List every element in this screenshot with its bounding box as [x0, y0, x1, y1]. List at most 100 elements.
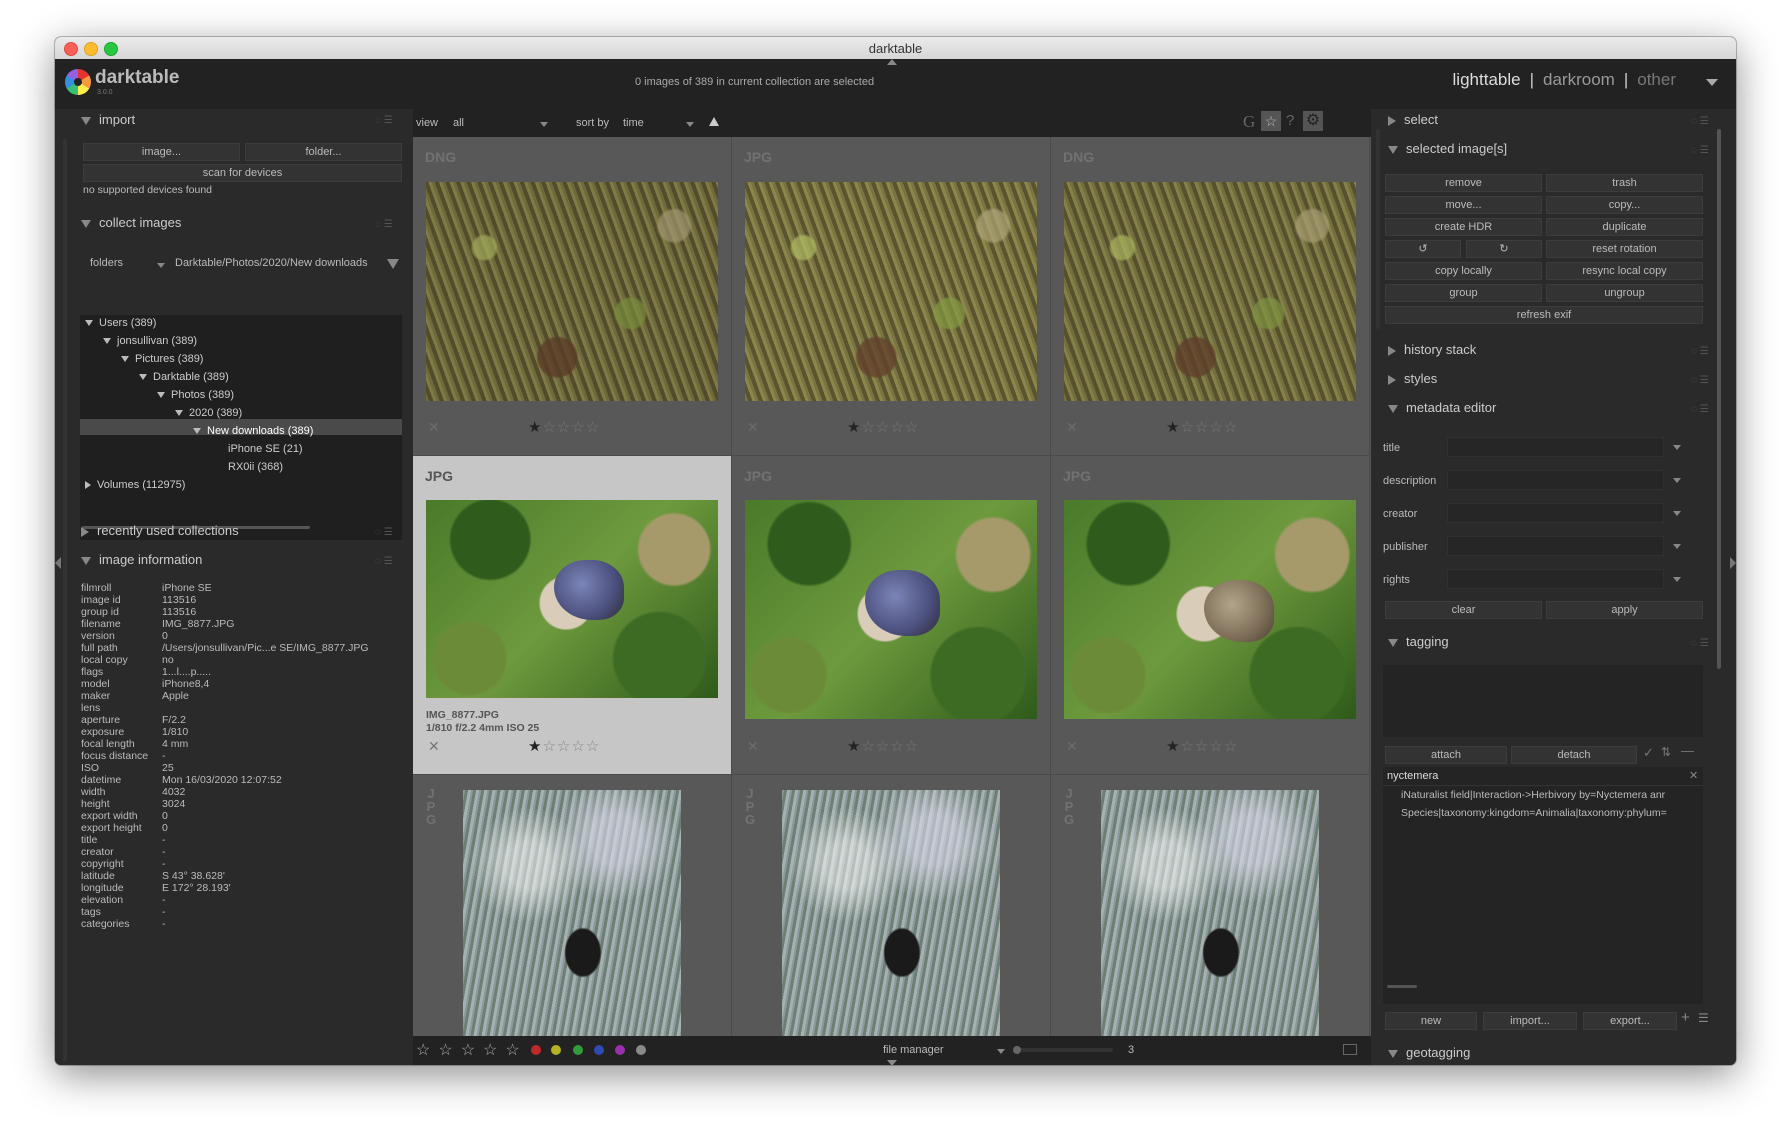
star-rating[interactable]: ★☆☆☆☆ — [528, 737, 600, 755]
rotate-cw-button[interactable]: ↻ — [1466, 240, 1542, 258]
module-presets-icon[interactable]: ◌ ☰ — [1691, 145, 1709, 156]
plus-icon[interactable]: + — [1681, 1009, 1690, 1026]
group-button[interactable]: group — [1385, 284, 1542, 302]
gear-icon[interactable]: ⚙ — [1303, 111, 1323, 131]
star-rating[interactable]: ★☆☆☆☆ — [847, 418, 919, 436]
color-label-blue[interactable] — [594, 1045, 604, 1055]
module-presets-icon[interactable]: ◌ ☰ — [1691, 116, 1709, 127]
chevron-down-icon[interactable] — [1673, 544, 1681, 549]
collect-criterion[interactable]: folders — [90, 257, 123, 269]
module-presets-icon[interactable]: ◌ ☰ — [375, 219, 393, 230]
sort-value[interactable]: time — [623, 117, 644, 129]
scan-devices-button[interactable]: scan for devices — [83, 164, 402, 182]
attach-tag-button[interactable]: attach — [1385, 746, 1507, 764]
zoom-value[interactable]: 3 — [1128, 1044, 1134, 1056]
star-rating[interactable]: ★☆☆☆☆ — [1166, 418, 1238, 436]
collapse-right-arrow-icon[interactable] — [1730, 557, 1736, 569]
thumbnail-image[interactable] — [745, 182, 1037, 401]
collapse-left-arrow-icon[interactable] — [55, 557, 61, 569]
export-tags-button[interactable]: export... — [1583, 1012, 1677, 1030]
trash-button[interactable]: trash — [1546, 174, 1703, 192]
overlay-star-icon[interactable]: ☆ — [1261, 111, 1281, 131]
thumbnail-cell[interactable]: JPG ✕ ★☆☆☆☆ — [1051, 456, 1370, 775]
tree-item[interactable]: Pictures (389) — [121, 353, 203, 365]
tree-item[interactable]: Darktable (389) — [139, 371, 229, 383]
color-label-yellow[interactable] — [551, 1045, 561, 1055]
import-image-button[interactable]: image... — [83, 143, 240, 161]
rotate-ccw-button[interactable]: ↺ — [1385, 240, 1461, 258]
new-tag-button[interactable]: new — [1385, 1012, 1477, 1030]
thumbnail-image[interactable] — [1064, 500, 1356, 719]
resync-local-copy-button[interactable]: resync local copy — [1546, 262, 1703, 280]
chevron-down-icon[interactable] — [1673, 445, 1681, 450]
checkmark-icon[interactable]: ✓ — [1643, 745, 1654, 761]
reject-icon[interactable]: ✕ — [747, 738, 759, 755]
tree-item[interactable]: Volumes (112975) — [85, 479, 185, 491]
left-panel-scrollbar[interactable] — [63, 139, 67, 1061]
module-presets-icon[interactable]: ◌ ☰ — [375, 527, 393, 538]
chevron-down-icon[interactable] — [1673, 577, 1681, 582]
import-module-header[interactable]: import — [81, 112, 135, 134]
layout-selector[interactable]: file manager — [883, 1044, 944, 1056]
reset-rotation-button[interactable]: reset rotation — [1546, 240, 1703, 258]
view-lighttable[interactable]: lighttable — [1453, 70, 1521, 89]
recent-collections-header[interactable]: recently used collections — [81, 523, 239, 545]
copy-locally-button[interactable]: copy locally — [1385, 262, 1542, 280]
duplicate-button[interactable]: duplicate — [1546, 218, 1703, 236]
tree-item[interactable]: RX0ii (368) — [228, 461, 283, 473]
tree-item[interactable]: Photos (389) — [157, 389, 234, 401]
thumbnail-image[interactable] — [426, 182, 718, 401]
chevron-down-icon[interactable] — [1673, 511, 1681, 516]
sort-icon[interactable]: ⇅ — [1661, 745, 1671, 759]
detach-tag-button[interactable]: detach — [1511, 746, 1637, 764]
select-module-header[interactable]: select — [1388, 112, 1438, 134]
thumbnail-image[interactable] — [745, 500, 1037, 719]
tree-item[interactable]: jonsullivan (389) — [103, 335, 197, 347]
color-label-purple[interactable] — [615, 1045, 625, 1055]
tag-list-scrollbar[interactable] — [1387, 985, 1417, 988]
thumbnail-image[interactable] — [782, 790, 1000, 1036]
collapse-top-arrow-icon[interactable] — [887, 59, 897, 65]
metadata-apply-button[interactable]: apply — [1546, 601, 1703, 619]
minus-icon[interactable]: — — [1681, 743, 1694, 758]
move-button[interactable]: move... — [1385, 196, 1542, 214]
module-presets-icon[interactable]: ◌ ☰ — [375, 556, 393, 567]
thumbnail-cell[interactable]: J P G — [413, 775, 732, 1036]
create-hdr-button[interactable]: create HDR — [1385, 218, 1542, 236]
metadata-publisher-field[interactable] — [1447, 536, 1664, 556]
metadata-title-field[interactable] — [1447, 437, 1664, 457]
tree-view-icon[interactable]: ☰ — [1698, 1011, 1709, 1025]
thumbnail-cell[interactable]: DNG ✕ ★☆☆☆☆ — [1051, 137, 1370, 456]
right-panel-scrollbar[interactable] — [1717, 129, 1721, 669]
star-rating[interactable]: ★☆☆☆☆ — [1166, 737, 1238, 755]
collect-module-header[interactable]: collect images — [81, 215, 181, 237]
metadata-editor-header[interactable]: metadata editor — [1388, 400, 1496, 422]
selected-images-header[interactable]: selected image[s] — [1388, 141, 1507, 163]
thumbnail-cell-selected[interactable]: JPG IMG_8877.JPG 1/810 f/2.2 4mm ISO 25 … — [413, 456, 732, 775]
module-presets-icon[interactable]: ◌ ☰ — [1691, 638, 1709, 649]
tree-item[interactable]: Users (389) — [85, 317, 156, 329]
chevron-down-icon[interactable] — [1673, 478, 1681, 483]
module-presets-icon[interactable]: ◌ ☰ — [1691, 375, 1709, 386]
color-label-green[interactable] — [573, 1045, 583, 1055]
display-profile-icon[interactable] — [1343, 1044, 1357, 1055]
grouping-icon[interactable]: G — [1243, 112, 1255, 132]
metadata-description-field[interactable] — [1447, 470, 1664, 490]
color-label-gray[interactable] — [636, 1045, 646, 1055]
tree-item[interactable]: 2020 (389) — [175, 407, 242, 419]
zoom-slider[interactable] — [1013, 1046, 1113, 1054]
remove-button[interactable]: remove — [1385, 174, 1542, 192]
clear-entry-icon[interactable]: ✕ — [1689, 769, 1698, 782]
import-tags-button[interactable]: import... — [1483, 1012, 1577, 1030]
chevron-down-icon[interactable] — [686, 122, 694, 127]
thumbnail-cell[interactable]: J P G — [732, 775, 1051, 1036]
tree-item[interactable]: iPhone SE (21) — [228, 443, 303, 455]
thumbnail-cell[interactable]: JPG ✕ ★☆☆☆☆ — [732, 137, 1051, 456]
chevron-down-icon[interactable] — [997, 1049, 1005, 1054]
view-other[interactable]: other — [1637, 70, 1676, 89]
styles-header[interactable]: styles — [1388, 371, 1437, 393]
chevron-down-icon[interactable] — [1706, 79, 1718, 86]
metadata-clear-button[interactable]: clear — [1385, 601, 1542, 619]
reject-icon[interactable]: ✕ — [747, 419, 759, 436]
tag-entry-value[interactable]: nyctemera — [1387, 770, 1438, 782]
